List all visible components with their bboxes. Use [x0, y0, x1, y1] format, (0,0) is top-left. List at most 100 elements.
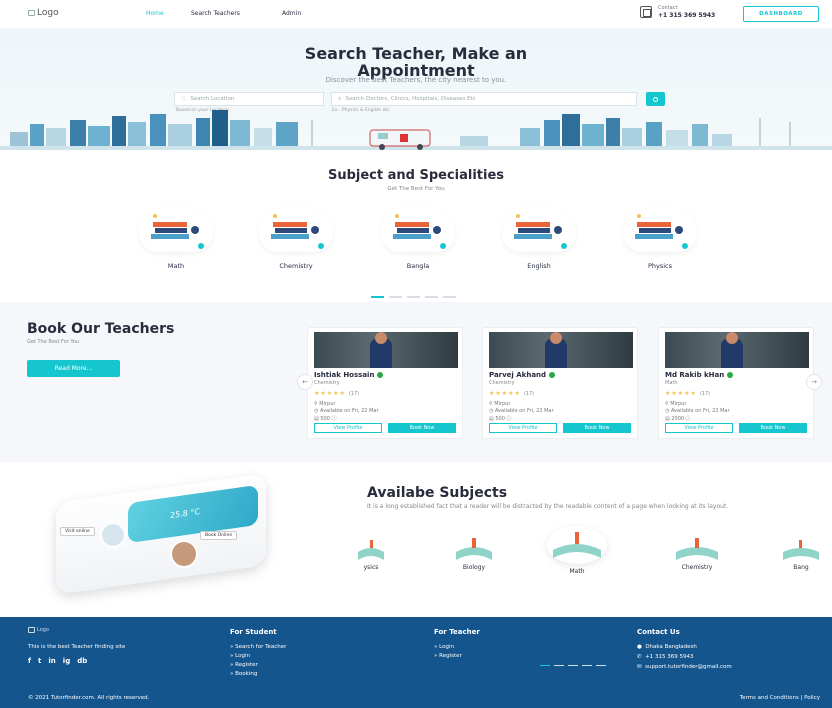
- carousel-dot[interactable]: [389, 296, 402, 298]
- specialities-subtitle: Get The Best For You: [387, 186, 445, 192]
- speciality-card[interactable]: Chemistry: [256, 208, 336, 270]
- terms-policy-links[interactable]: Terms and Conditions | Policy: [740, 695, 820, 701]
- read-more-button[interactable]: Read More...: [27, 360, 120, 377]
- footer-address: ● Dhaka Bangladesh: [637, 644, 697, 650]
- logo-image-icon: [28, 10, 35, 16]
- view-profile-button[interactable]: View Profile: [665, 423, 733, 433]
- footer: Logo This is the best Teacher finding si…: [0, 617, 832, 708]
- specialities-title: Subject and Specialities: [327, 168, 505, 183]
- logo[interactable]: Logo: [28, 8, 59, 18]
- footer-teacher-login[interactable]: Login: [434, 644, 454, 650]
- teacher-subject: Math: [665, 380, 678, 386]
- speciality-illustration: [381, 208, 455, 252]
- search-icon: ⌕: [338, 95, 342, 102]
- nav-home[interactable]: Home: [146, 10, 164, 17]
- book-now-button[interactable]: Book Now: [388, 423, 456, 433]
- book-subtitle: Get The Best For You: [27, 339, 80, 345]
- teacher-availability: ◷ Available on Fri, 22 Mar: [665, 408, 730, 414]
- carousel-next-arrow-icon[interactable]: →: [806, 374, 822, 390]
- dashboard-button[interactable]: DASHBOARD: [743, 6, 819, 22]
- visit-online-chip: Visit online: [60, 527, 95, 536]
- page: Logo Home Search Teachers Admin Contact …: [0, 0, 832, 708]
- carousel-dot[interactable]: [371, 296, 384, 298]
- footer-link-search-teacher[interactable]: Search for Teacher: [230, 644, 286, 650]
- available-subjects-title: Availabe Subjects: [367, 485, 508, 501]
- twitter-icon[interactable]: t: [38, 657, 41, 665]
- footer-teacher-register[interactable]: Register: [434, 653, 462, 659]
- for-teacher-heading: For Teacher: [434, 628, 480, 636]
- teacher-name[interactable]: Md Rakib kHan: [665, 371, 734, 379]
- linkedin-icon[interactable]: in: [48, 657, 55, 665]
- speciality-card[interactable]: Math: [136, 208, 216, 270]
- footer-logo[interactable]: Logo: [28, 627, 49, 633]
- location-placeholder: Search Location: [190, 96, 235, 102]
- subject-label: Biology: [462, 564, 486, 571]
- speciality-card[interactable]: English: [499, 208, 579, 270]
- footer-link-booking[interactable]: Booking: [230, 671, 257, 677]
- speciality-card[interactable]: Physics: [620, 208, 700, 270]
- teacher-name[interactable]: Ishtiak Hossain: [314, 371, 384, 379]
- verified-icon: [549, 372, 556, 378]
- speciality-illustration: [623, 208, 697, 252]
- dribbble-icon[interactable]: db: [77, 657, 87, 665]
- teacher-name[interactable]: Parvej Akhand: [489, 371, 556, 379]
- book-icon: [356, 534, 386, 564]
- subject-label: Bang: [793, 564, 809, 571]
- facebook-icon[interactable]: f: [28, 657, 31, 665]
- speciality-label: Bangla: [406, 262, 430, 270]
- footer-link-login[interactable]: Login: [230, 653, 250, 659]
- carousel-dot[interactable]: [443, 296, 456, 298]
- teacher-photo[interactable]: [489, 332, 633, 368]
- nav-search-teachers[interactable]: Search Teachers: [191, 10, 240, 17]
- carousel-dot[interactable]: [407, 296, 420, 298]
- subject-label: ysics: [363, 564, 379, 571]
- subject-card[interactable]: Math: [540, 526, 614, 575]
- subject-label: Chemistry: [681, 564, 713, 571]
- rating-stars: ★★★★★ (17): [665, 390, 711, 397]
- speciality-label: Physics: [647, 262, 673, 270]
- avatar: [170, 540, 198, 568]
- subject-card[interactable]: ysics: [354, 534, 388, 571]
- speciality-card[interactable]: Bangla: [378, 208, 458, 270]
- footer-email[interactable]: ✉ support.tutorfinder@gmail.com: [637, 664, 732, 670]
- teacher-subject: Chemistry: [489, 380, 515, 386]
- teacher-photo[interactable]: [314, 332, 458, 368]
- book-now-button[interactable]: Book Now: [739, 423, 807, 433]
- location-input[interactable]: ♡ Search Location: [174, 92, 324, 106]
- footer-tagline: This is the best Teacher finding site: [28, 644, 126, 650]
- book-title: Book Our Teachers: [27, 321, 175, 337]
- phone-icon: ✆: [637, 654, 642, 660]
- nav-admin[interactable]: Admin: [282, 10, 301, 17]
- subject-card[interactable]: Biology: [444, 532, 504, 571]
- logo-image-icon: [28, 627, 35, 633]
- carousel-prev-arrow-icon[interactable]: ←: [297, 374, 313, 390]
- teacher-location: ⚲ Mirpur: [314, 401, 336, 407]
- teacher-photo[interactable]: [665, 332, 809, 368]
- instagram-icon[interactable]: ig: [63, 657, 70, 665]
- search-icon: [653, 96, 658, 102]
- speciality-illustration: [259, 208, 333, 252]
- view-profile-button[interactable]: View Profile: [489, 423, 557, 433]
- subject-card[interactable]: Chemistry: [662, 532, 732, 571]
- view-profile-button[interactable]: View Profile: [314, 423, 382, 433]
- copyright: © 2021 Tutorfinder.com. All rights reser…: [28, 695, 150, 701]
- teacher-location: ⚲ Mirpur: [489, 401, 511, 407]
- rating-count: (17): [348, 391, 360, 397]
- search-button[interactable]: [646, 92, 665, 106]
- rating-count: (17): [699, 391, 711, 397]
- contact-us-heading: Contact Us: [637, 628, 680, 636]
- footer-link-register[interactable]: Register: [230, 662, 258, 668]
- speciality-label: Math: [167, 262, 185, 270]
- search-input[interactable]: ⌕ Search Doctors, Clinics, Hospitals, Di…: [331, 92, 637, 106]
- search-placeholder: Search Doctors, Clinics, Hospitals, Dise…: [345, 96, 476, 102]
- rating-count: (17): [523, 391, 535, 397]
- teacher-card: Ishtiak Hossain Chemistry ★★★★★ (17) ⚲ M…: [307, 327, 463, 439]
- book-now-button[interactable]: Book Now: [563, 423, 631, 433]
- footer-divider: [540, 665, 606, 666]
- rating-stars: ★★★★★ (17): [314, 390, 360, 397]
- teacher-fee: ▤ 500 ⓘ: [489, 416, 512, 422]
- carousel-dot[interactable]: [425, 296, 438, 298]
- contact-label: Contact: [658, 5, 678, 11]
- teacher-fee: ▤ 2000 ⓘ: [665, 416, 691, 422]
- subject-card[interactable]: Bang: [776, 534, 826, 571]
